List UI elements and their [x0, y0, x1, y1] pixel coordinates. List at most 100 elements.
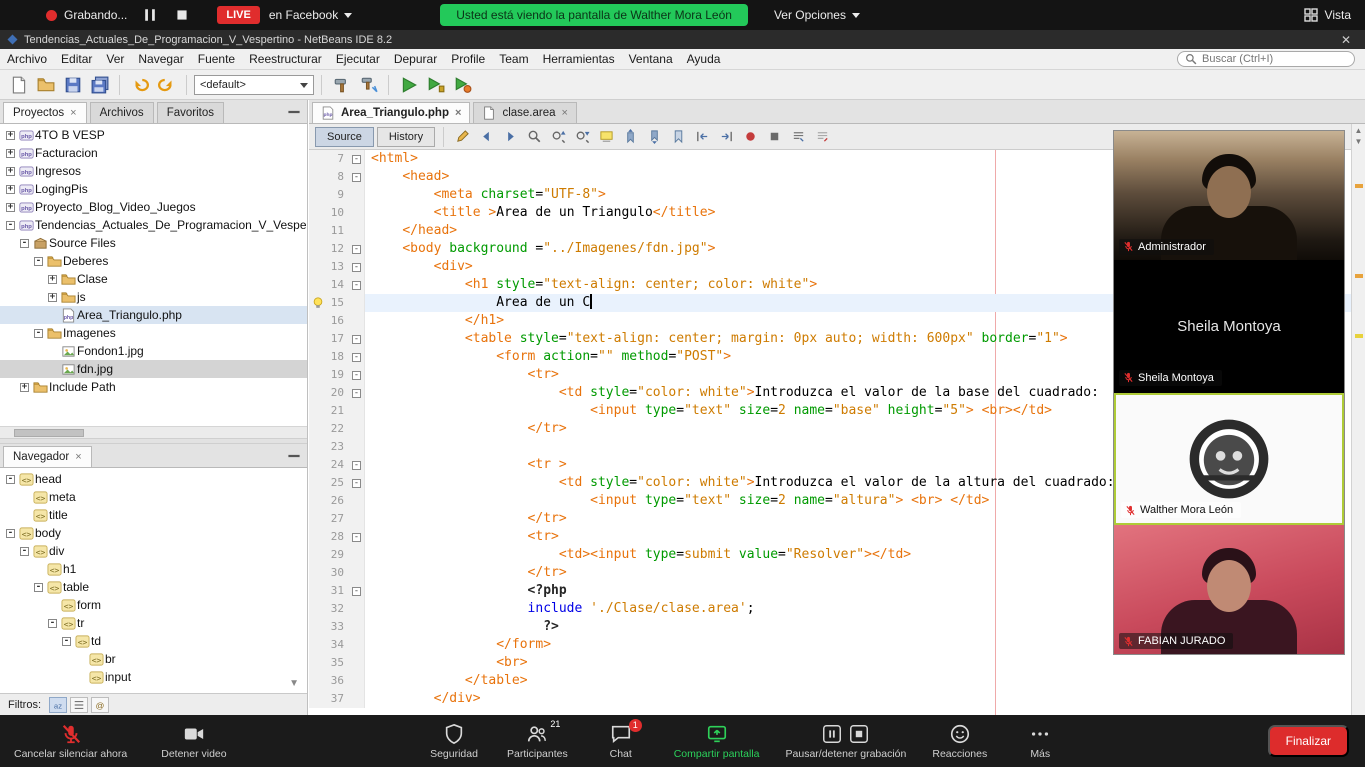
project-item-include-path[interactable]: +Include Path: [0, 378, 307, 396]
window-close-button[interactable]: ✕: [1333, 33, 1359, 47]
zoom-chat-button[interactable]: 1Chat: [594, 723, 648, 760]
toolbar-new-file-button[interactable]: [6, 72, 31, 97]
close-icon[interactable]: ×: [562, 108, 568, 119]
menu-ver[interactable]: Ver: [99, 49, 131, 69]
scroll-down-icon[interactable]: ▼: [1355, 137, 1363, 146]
editor-find-next-button[interactable]: [572, 126, 593, 147]
navigator-item-div[interactable]: -<>div: [0, 542, 307, 560]
editor-forward-button[interactable]: [500, 126, 521, 147]
fold-collapse-icon[interactable]: -: [352, 353, 361, 362]
editor-shift-left-button[interactable]: [692, 126, 713, 147]
error-stripe[interactable]: ▲▼: [1351, 124, 1365, 715]
navigator-item-h1[interactable]: <>h1: [0, 560, 307, 578]
fold-collapse-icon[interactable]: -: [352, 173, 361, 182]
fold-collapse-icon[interactable]: -: [352, 587, 361, 596]
minimize-panel-button[interactable]: [287, 106, 301, 118]
toolbar-open-project-button[interactable]: [33, 72, 58, 97]
menu-ejecutar[interactable]: Ejecutar: [329, 49, 387, 69]
editor-last-edit-button[interactable]: [452, 126, 473, 147]
collapse-toggle-icon[interactable]: -: [62, 637, 71, 646]
code-line-36[interactable]: 36 </table>: [309, 672, 1351, 690]
collapse-toggle-icon[interactable]: -: [6, 221, 15, 230]
menu-ventana[interactable]: Ventana: [622, 49, 680, 69]
config-dropdown[interactable]: <default>: [194, 75, 314, 95]
warning-mark[interactable]: [1355, 184, 1363, 188]
participant-sheila-montoya[interactable]: Sheila MontoyaSheila Montoya: [1114, 262, 1344, 393]
navigator-item-tr[interactable]: -<>tr: [0, 614, 307, 632]
navigator-item-body[interactable]: -<>body: [0, 524, 307, 542]
navigator-item-form[interactable]: <>form: [0, 596, 307, 614]
project-item-imagenes[interactable]: -Imagenes: [0, 324, 307, 342]
quick-search-box[interactable]: [1177, 51, 1355, 67]
zoom-compartir-pantalla-button[interactable]: Compartir pantalla: [674, 723, 760, 760]
editor-find-selection-button[interactable]: [524, 126, 545, 147]
editor-toggle-bookmark-button[interactable]: [668, 126, 689, 147]
fold-collapse-icon[interactable]: -: [352, 281, 361, 290]
zoom-participantes-button[interactable]: 21Participantes: [507, 723, 568, 760]
filter-sort-position-button[interactable]: [70, 697, 88, 713]
filter-show-attributes-button[interactable]: @: [91, 697, 109, 713]
fold-collapse-icon[interactable]: -: [352, 389, 361, 398]
toolbar-profile-button[interactable]: [450, 72, 475, 97]
zoom-seguridad-button[interactable]: Seguridad: [427, 723, 481, 760]
collapse-toggle-icon[interactable]: -: [20, 239, 29, 248]
editor-macro-record-button[interactable]: [740, 126, 761, 147]
editor-toggle-highlight-button[interactable]: [596, 126, 617, 147]
navigator-item-table[interactable]: -<>table: [0, 578, 307, 596]
menu-profile[interactable]: Profile: [444, 49, 492, 69]
pause-recording-button[interactable]: [141, 6, 159, 24]
menu-reestructurar[interactable]: Reestructurar: [242, 49, 329, 69]
menu-navegar[interactable]: Navegar: [131, 49, 190, 69]
view-options-dropdown[interactable]: Ver Opciones: [774, 8, 860, 22]
expand-toggle-icon[interactable]: +: [48, 275, 57, 284]
project-item-facturacion[interactable]: +phpFacturacion: [0, 144, 307, 162]
collapse-toggle-icon[interactable]: -: [34, 257, 43, 266]
toolbar-build-button[interactable]: [329, 72, 354, 97]
fold-collapse-icon[interactable]: -: [352, 371, 361, 380]
participant-walther-mora-le-n[interactable]: Walther Mora León: [1114, 393, 1344, 526]
collapse-toggle-icon[interactable]: -: [34, 329, 43, 338]
project-item-tendencias-actuales-de-programacion-v-vespertino[interactable]: -phpTendencias_Actuales_De_Programacion_…: [0, 216, 307, 234]
tab-navegador[interactable]: Navegador×: [3, 446, 92, 467]
expand-toggle-icon[interactable]: +: [6, 185, 15, 194]
fold-collapse-icon[interactable]: -: [352, 533, 361, 542]
editor-find-prev-button[interactable]: [548, 126, 569, 147]
view-history-button[interactable]: History: [377, 127, 435, 147]
expand-toggle-icon[interactable]: +: [6, 203, 15, 212]
expand-toggle-icon[interactable]: +: [6, 131, 15, 140]
close-icon[interactable]: ×: [70, 108, 76, 119]
toolbar-run-button[interactable]: [396, 72, 421, 97]
fold-collapse-icon[interactable]: -: [352, 335, 361, 344]
toolbar-redo-button[interactable]: [154, 72, 179, 97]
fold-collapse-icon[interactable]: -: [352, 245, 361, 254]
menu-herramientas[interactable]: Herramientas: [536, 49, 622, 69]
zoom-pausar-detener-grabaci-n-button[interactable]: Pausar/detener grabación: [786, 723, 907, 760]
zoom-detener-video-button[interactable]: Detener video: [161, 723, 226, 760]
vista-button[interactable]: Vista: [1303, 7, 1351, 23]
project-item-ingresos[interactable]: +phpIngresos: [0, 162, 307, 180]
navigator-item-br[interactable]: <>br: [0, 650, 307, 668]
menu-editar[interactable]: Editar: [54, 49, 99, 69]
view-source-button[interactable]: Source: [315, 127, 374, 147]
search-input[interactable]: [1202, 53, 1347, 65]
code-line-35[interactable]: 35 <br>: [309, 654, 1351, 672]
project-item-area-triangulo-php[interactable]: phpArea_Triangulo.php: [0, 306, 307, 324]
tab-favoritos[interactable]: Favoritos: [157, 102, 224, 123]
editor-back-button[interactable]: [476, 126, 497, 147]
collapse-toggle-icon[interactable]: -: [20, 547, 29, 556]
fold-collapse-icon[interactable]: -: [352, 479, 361, 488]
toolbar-debug-button[interactable]: [423, 72, 448, 97]
expand-toggle-icon[interactable]: +: [6, 149, 15, 158]
participant-administrador[interactable]: Administrador: [1114, 131, 1344, 262]
navigator-item-head[interactable]: -<>head: [0, 470, 307, 488]
fold-collapse-icon[interactable]: -: [352, 461, 361, 470]
project-item-source-files[interactable]: -Source Files: [0, 234, 307, 252]
collapse-toggle-icon[interactable]: -: [6, 475, 15, 484]
project-item-fdn-jpg[interactable]: fdn.jpg: [0, 360, 307, 378]
project-item-4to-b-vesp[interactable]: +php4TO B VESP: [0, 126, 307, 144]
menu-team[interactable]: Team: [492, 49, 535, 69]
expand-toggle-icon[interactable]: +: [6, 167, 15, 176]
navigator-item-input[interactable]: <>input: [0, 668, 307, 686]
project-item-deberes[interactable]: -Deberes: [0, 252, 307, 270]
zoom-m-s-button[interactable]: Más: [1013, 723, 1067, 760]
